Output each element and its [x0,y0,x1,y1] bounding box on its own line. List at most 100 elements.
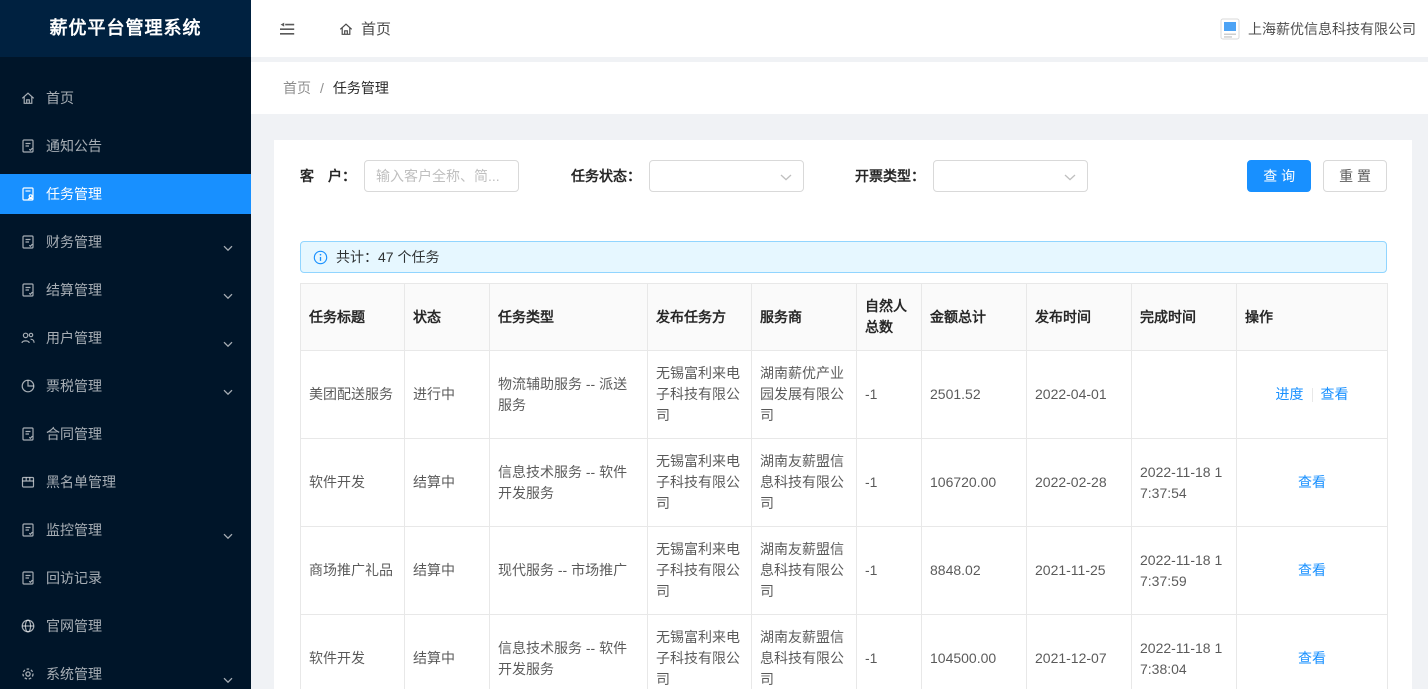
sidebar-item-label: 官网管理 [46,616,102,636]
sidebar: 薪优平台管理系统 首页 通知公告 任务管理 财务管理 [0,0,251,689]
blacklist-icon [20,474,36,490]
info-icon [313,250,328,265]
search-button[interactable]: 查 询 [1247,160,1311,192]
cell-finish-time: 2022-11-18 17:37:59 [1132,527,1237,615]
table-header-row: 任务标题 状态 任务类型 发布任务方 服务商 自然人总数 金额总计 发布时间 完… [301,284,1388,351]
sidebar-menu: 首页 通知公告 任务管理 财务管理 [0,57,251,689]
cell-publish-time: 2022-02-28 [1027,439,1132,527]
gear-icon [20,666,36,682]
invoice-type-label: 开票类型： [855,166,925,186]
cell-finish-time [1132,351,1237,439]
settle-icon [20,282,36,298]
cell-type: 物流辅助服务 -- 派送服务 [490,351,648,439]
cell-persons: -1 [857,527,922,615]
view-link[interactable]: 查看 [1321,386,1349,402]
cell-provider: 湖南友薪盟信息科技有限公司 [752,439,857,527]
sidebar-item-label: 任务管理 [46,184,102,204]
table-row: 商场推广礼品 结算中 现代服务 -- 市场推广 无锡富利来电子科技有限公司 湖南… [301,527,1388,615]
invoice-type-select[interactable] [933,160,1088,192]
sidebar-item-monitor[interactable]: 监控管理 [0,510,251,550]
cell-publish-time: 2022-04-01 [1027,351,1132,439]
action-divider [1312,388,1313,402]
avatar[interactable] [1220,18,1240,40]
chevron-down-icon [223,287,233,294]
col-header-status: 状态 [405,284,490,351]
cell-persons: -1 [857,615,922,689]
top-header: 首页 上海薪优信息科技有限公司 [251,0,1428,57]
sidebar-item-contract[interactable]: 合同管理 [0,414,251,454]
cell-title: 软件开发 [301,615,405,689]
table-row: 美团配送服务 进行中 物流辅助服务 -- 派送服务 无锡富利来电子科技有限公司 … [301,351,1388,439]
menu-fold-icon[interactable] [278,20,296,38]
customer-label: 客 户： [300,166,356,186]
reset-button[interactable]: 重 置 [1323,160,1387,192]
cell-type: 信息技术服务 -- 软件开发服务 [490,439,648,527]
sidebar-item-label: 黑名单管理 [46,472,116,492]
chevron-down-icon [223,239,233,246]
col-header-provider: 服务商 [752,284,857,351]
col-header-ops: 操作 [1237,284,1388,351]
users-icon [20,330,36,346]
current-company[interactable]: 上海薪优信息科技有限公司 [1248,19,1416,39]
sidebar-item-label: 结算管理 [46,280,102,300]
col-header-persons: 自然人总数 [857,284,922,351]
app-title: 薪优平台管理系统 [0,0,251,57]
tasks-table: 任务标题 状态 任务类型 发布任务方 服务商 自然人总数 金额总计 发布时间 完… [300,283,1388,689]
main-area: 首页 上海薪优信息科技有限公司 首页 / 任务管理 客 户： 任务状态： 开票类… [251,0,1428,689]
view-link[interactable]: 查看 [1298,474,1326,490]
sidebar-item-users[interactable]: 用户管理 [0,318,251,358]
sidebar-item-label: 监控管理 [46,520,102,540]
sidebar-item-finance[interactable]: 财务管理 [0,222,251,262]
col-header-type: 任务类型 [490,284,648,351]
globe-icon [20,618,36,634]
sidebar-item-home[interactable]: 首页 [0,78,251,118]
cell-title: 美团配送服务 [301,351,405,439]
notice-icon [20,138,36,154]
chevron-down-icon [223,383,233,390]
sidebar-item-system[interactable]: 系统管理 [0,654,251,689]
cell-publisher: 无锡富利来电子科技有限公司 [648,615,752,689]
sidebar-item-blacklist[interactable]: 黑名单管理 [0,462,251,502]
cell-provider: 湖南友薪盟信息科技有限公司 [752,615,857,689]
chevron-down-icon [223,335,233,342]
sidebar-item-tasks[interactable]: 任务管理 [0,174,251,214]
cell-publisher: 无锡富利来电子科技有限公司 [648,527,752,615]
cell-title: 软件开发 [301,439,405,527]
task-status-select[interactable] [649,160,804,192]
cell-provider: 湖南友薪盟信息科技有限公司 [752,527,857,615]
sidebar-item-label: 回访记录 [46,568,102,588]
sidebar-item-label: 通知公告 [46,136,102,156]
chevron-down-icon [223,527,233,534]
col-header-finish-time: 完成时间 [1132,284,1237,351]
cell-amount: 104500.00 [922,615,1027,689]
task-icon [20,186,36,202]
customer-input[interactable] [364,160,519,192]
cell-publisher: 无锡富利来电子科技有限公司 [648,439,752,527]
breadcrumb-home[interactable]: 首页 [283,78,311,98]
sidebar-item-website[interactable]: 官网管理 [0,606,251,646]
breadcrumb-current: 任务管理 [333,78,389,98]
sidebar-item-settlement[interactable]: 结算管理 [0,270,251,310]
cell-ops: 查看 [1237,615,1388,689]
view-link[interactable]: 查看 [1298,562,1326,578]
chevron-down-icon [780,174,792,181]
cell-finish-time: 2022-11-18 17:37:54 [1132,439,1237,527]
sidebar-item-label: 首页 [46,88,74,108]
sidebar-item-callback[interactable]: 回访记录 [0,558,251,598]
sidebar-item-notice[interactable]: 通知公告 [0,126,251,166]
task-status-label: 任务状态： [571,166,641,186]
tab-home[interactable]: 首页 [338,18,391,39]
cell-publisher: 无锡富利来电子科技有限公司 [648,351,752,439]
cell-ops: 查看 [1237,439,1388,527]
view-link[interactable]: 查看 [1298,650,1326,666]
sidebar-item-tax[interactable]: 票税管理 [0,366,251,406]
cell-provider: 湖南薪优产业园发展有限公司 [752,351,857,439]
sidebar-item-label: 财务管理 [46,232,102,252]
cell-amount: 8848.02 [922,527,1027,615]
monitor-icon [20,522,36,538]
table-row: 软件开发 结算中 信息技术服务 -- 软件开发服务 无锡富利来电子科技有限公司 … [301,615,1388,689]
sidebar-item-label: 用户管理 [46,328,102,348]
sidebar-item-label: 票税管理 [46,376,102,396]
progress-link[interactable]: 进度 [1276,386,1304,402]
breadcrumb-separator: / [320,80,324,96]
